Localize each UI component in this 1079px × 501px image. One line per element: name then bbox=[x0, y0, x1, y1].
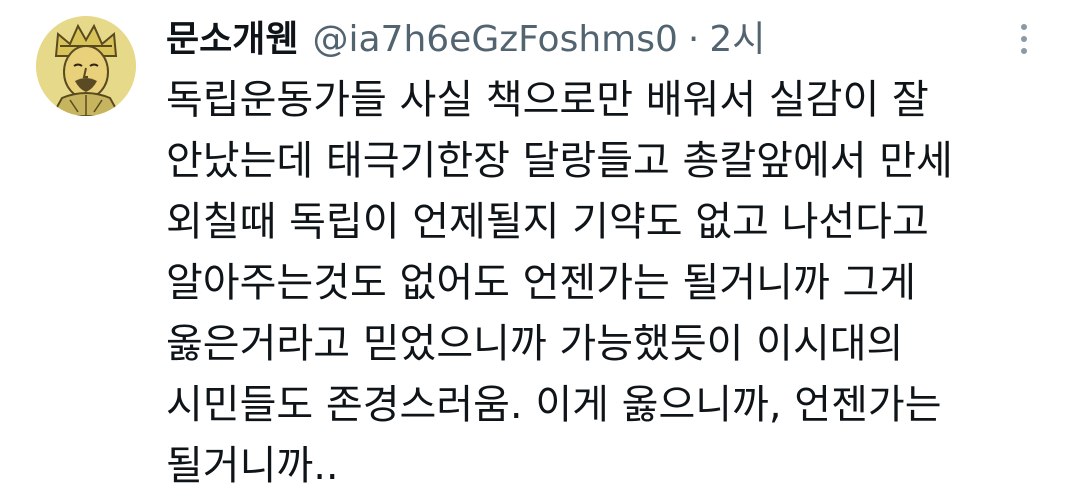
tweet-text-line: 외칠때 독립이 언제될지 기약도 없고 나선다고 bbox=[166, 199, 929, 245]
more-vertical-icon bbox=[1021, 48, 1027, 54]
tweet-text-line: 알아주는것도 없어도 언젠가는 될거니까 그게 bbox=[166, 260, 917, 306]
tweet-text-line: 될거니까.. bbox=[166, 443, 339, 489]
more-vertical-icon bbox=[1021, 24, 1027, 30]
tweet-text: 독립운동가들 사실 책으로만 배워서 실감이 잘 안났는데 태극기한장 달랑들고… bbox=[166, 70, 1056, 497]
more-options-button[interactable] bbox=[1004, 14, 1044, 64]
more-vertical-icon bbox=[1021, 36, 1027, 42]
post-time[interactable]: 2시 bbox=[709, 12, 765, 68]
tweet-card[interactable]: 문소개웬 @ia7h6eGzFoshms0 · 2시 독립운동가들 사실 책으로… bbox=[0, 0, 1079, 501]
tweet-text-line: 시민들도 존경스러움. 이게 옳으니까, 언젠가는 bbox=[166, 382, 942, 428]
tweet-header: 문소개웬 @ia7h6eGzFoshms0 · 2시 bbox=[166, 12, 765, 68]
avatar-portrait-icon bbox=[36, 16, 136, 116]
avatar[interactable] bbox=[36, 16, 136, 116]
display-name[interactable]: 문소개웬 bbox=[166, 12, 298, 68]
user-handle[interactable]: @ia7h6eGzFoshms0 bbox=[312, 12, 677, 68]
tweet-text-line: 옳은거라고 믿었으니까 가능했듯이 이시대의 bbox=[166, 321, 904, 367]
tweet-text-line: 독립운동가들 사실 책으로만 배워서 실감이 잘 bbox=[166, 77, 929, 123]
separator-dot: · bbox=[687, 19, 700, 60]
tweet-text-line: 안났는데 태극기한장 달랑들고 총칼앞에서 만세 bbox=[166, 138, 953, 184]
